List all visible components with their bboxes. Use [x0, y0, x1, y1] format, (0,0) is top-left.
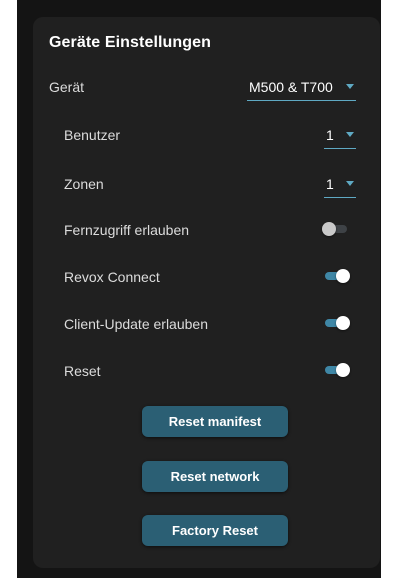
chevron-down-icon	[346, 132, 354, 137]
remote-access-toggle[interactable]	[322, 222, 349, 236]
toggle-thumb	[336, 363, 350, 377]
reset-label: Reset	[64, 363, 101, 379]
chevron-down-icon	[346, 84, 354, 89]
device-select[interactable]: M500 & T700	[247, 77, 356, 101]
remote-access-label: Fernzugriff erlauben	[64, 222, 190, 238]
users-select-value: 1	[326, 126, 334, 143]
device-label: Gerät	[49, 79, 85, 95]
panel-title: Geräte Einstellungen	[49, 34, 212, 51]
chevron-down-icon	[346, 181, 354, 186]
zones-label: Zonen	[64, 176, 104, 192]
zones-select-value: 1	[326, 175, 334, 192]
toggle-thumb	[336, 316, 350, 330]
revox-connect-toggle[interactable]	[325, 269, 350, 283]
factory-reset-button[interactable]: Factory Reset	[142, 515, 288, 546]
reset-manifest-button[interactable]: Reset manifest	[142, 406, 288, 437]
client-update-label: Client-Update erlauben	[64, 316, 208, 332]
reset-network-button[interactable]: Reset network	[142, 461, 288, 492]
reset-toggle[interactable]	[325, 363, 350, 377]
revox-connect-label: Revox Connect	[64, 269, 160, 285]
users-label: Benutzer	[64, 127, 121, 143]
users-select[interactable]: 1	[324, 125, 356, 149]
toggle-thumb	[322, 222, 336, 236]
client-update-toggle[interactable]	[325, 316, 350, 330]
device-select-value: M500 & T700	[249, 78, 333, 95]
toggle-thumb	[336, 269, 350, 283]
zones-select[interactable]: 1	[324, 174, 356, 198]
